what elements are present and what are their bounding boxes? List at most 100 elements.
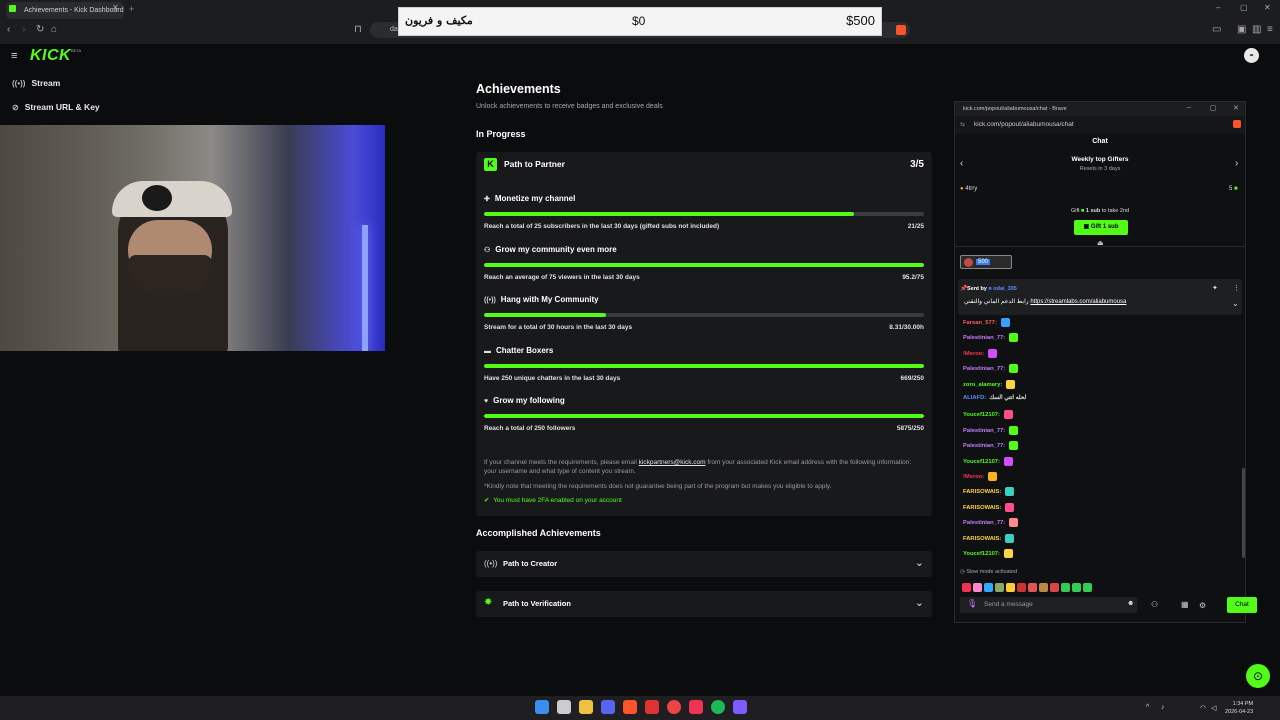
back-icon[interactable]: ‹ [7,24,10,35]
start-menu-icon[interactable] [535,700,549,714]
chat-input[interactable]: Send a message [960,597,1137,613]
chat-username[interactable]: !Meroo: [963,351,984,357]
volume-icon[interactable]: ◁ [1211,704,1216,712]
app-icon[interactable] [689,700,703,714]
chevron-down-icon[interactable]: ⌄ [915,596,924,609]
chat-message[interactable]: zoro_alamary: [963,379,1016,389]
emote-icon[interactable] [1050,583,1059,593]
chat-username[interactable]: ALIAFD: [963,395,986,401]
file-explorer-icon[interactable] [579,700,593,714]
tune-icon[interactable]: ⇆ [960,121,965,128]
chat-username[interactable]: Palestinian_77: [963,335,1005,341]
app-icon[interactable] [645,700,659,714]
close-window-icon[interactable]: ✕ [1233,104,1239,112]
sidebar-item-stream-url-key[interactable]: ⊘ Stream URL & Key [12,102,100,112]
maximize-icon[interactable]: ▢ [1240,3,1248,12]
chat-message[interactable]: Farsan_577: [963,318,1010,327]
chat-message[interactable]: ALIAFD: لحله اتتي السك [963,395,1026,401]
minimize-icon[interactable]: – [1187,104,1191,111]
chat-username[interactable]: FARISOWAIS: [963,536,1001,542]
hamburger-icon[interactable]: ≡ [11,50,17,62]
chat-username[interactable]: Youcef12107: [963,459,1000,465]
brave-shield-icon[interactable] [896,25,906,35]
reload-icon[interactable]: ↻ [36,24,44,35]
emote-icon[interactable] [995,583,1004,593]
mic-icon[interactable]: ♪ [1161,704,1165,711]
chat-message[interactable]: Youcef12107: [963,410,1013,420]
minimize-icon[interactable]: – [1216,3,1220,12]
chevron-down-icon[interactable]: ⌄ [915,556,924,569]
discord-icon[interactable] [601,700,615,714]
chat-message[interactable]: Palestinian_77: [963,333,1019,343]
spotify-icon[interactable] [711,700,725,714]
app-icon[interactable] [733,700,747,714]
help-chat-button[interactable]: ⊙ [1246,664,1270,688]
chat-username[interactable]: FARISOWAIS: [963,489,1001,495]
emote-icon[interactable] [1061,583,1070,593]
browser-tab[interactable]: Achievements - Kick Dashboard [6,2,124,19]
user-avatar[interactable]: ◓ [1244,48,1259,63]
chat-username[interactable]: Palestinian_77: [963,443,1005,449]
chat-username[interactable]: Youcef12107: [963,412,1000,418]
chevron-down-icon[interactable]: ⌄ [1232,299,1239,308]
gear-icon[interactable]: ⚙ [1199,601,1206,610]
chat-message[interactable]: FARISOWAIS: [963,487,1015,497]
emote-icon[interactable] [984,583,993,593]
chat-username[interactable]: Palestinian_77: [963,428,1005,434]
app-icon[interactable] [557,700,571,714]
top-gifter[interactable]: ● 4trry [960,186,977,192]
emote-icon[interactable] [962,583,971,593]
emote-icon[interactable] [973,583,982,593]
chat-username[interactable]: !Meroo: [963,474,984,480]
chat-scrollbar[interactable] [1242,468,1245,558]
emote-icon[interactable] [1083,583,1092,593]
users-icon[interactable]: ⚇ [1151,600,1158,609]
gift-sub-button[interactable]: ▣ Gift 1 sub [1074,220,1128,235]
kick-logo[interactable]: KICK [30,47,71,65]
accordion-path-to-creator[interactable]: ((•)) Path to Creator ⌄ [476,551,932,577]
pin-icon[interactable]: ✦ [1212,284,1218,292]
mic-icon[interactable]: 🎙 [967,599,977,608]
chat-message[interactable]: Youcef12107: [963,456,1013,466]
chat-username[interactable]: Palestinian_77: [963,520,1005,526]
chat-message[interactable]: FARISOWAIS: [963,533,1015,543]
maximize-icon[interactable]: ▢ [1210,104,1217,112]
obs-icon[interactable] [667,700,681,714]
calendar-icon[interactable]: ▦ [1181,600,1189,609]
chat-message[interactable]: !Meroo: [963,348,998,358]
home-icon[interactable]: ⌂ [51,24,57,35]
accordion-path-to-verification[interactable]: ✸ Path to Verification ⌄ [476,591,932,617]
brave-shield-icon[interactable] [1233,120,1241,128]
chat-username[interactable]: Palestinian_77: [963,366,1005,372]
kicks-badge[interactable]: 500 [960,255,1012,269]
emote-bar[interactable] [960,579,1100,593]
wifi-icon[interactable]: ◠ [1200,704,1206,712]
brave-icon[interactable] [623,700,637,714]
chat-message[interactable]: Palestinian_77: [963,518,1019,528]
chat-message[interactable]: Palestinian_77: [963,425,1019,435]
taskbar-clock[interactable]: 1:34 PM 2026-04-23 [1225,700,1253,716]
sidebar-toggle-icon[interactable]: ▭ [1212,24,1221,35]
pinned-link[interactable]: https://streamlabs.com/aliabumousa [1030,299,1126,305]
emote-icon[interactable] [1039,583,1048,593]
emote-icon[interactable] [1028,583,1037,593]
chat-message[interactable]: Palestinian_77: [963,441,1019,451]
tray-chevron-icon[interactable]: ^ [1146,704,1149,711]
chat-message[interactable]: !Meroo: [963,472,998,481]
close-window-icon[interactable]: ✕ [1264,3,1271,12]
new-tab-icon[interactable]: + [129,4,134,14]
chat-username[interactable]: Youcef12107: [963,551,1000,557]
wallet-icon[interactable]: ▣ [1237,24,1246,35]
sidebar-item-stream[interactable]: ((•)) Stream [12,78,60,88]
send-chat-button[interactable]: Chat [1227,597,1257,613]
chat-message[interactable]: Youcef12107: [963,549,1013,558]
emote-icon[interactable] [1072,583,1081,593]
chat-username[interactable]: Farsan_577: [963,320,997,326]
chat-url-bar[interactable]: kick.com/popout/aliabumousa/chat [955,116,1245,134]
forward-icon[interactable]: › [22,24,25,35]
emote-icon[interactable] [1017,583,1026,593]
partner-email-link[interactable]: kickpartners@kick.com [639,459,706,466]
emoji-icon[interactable]: ☻ [1127,600,1134,607]
emote-icon[interactable] [1006,583,1015,593]
extensions-icon[interactable]: ▥ [1252,24,1261,35]
